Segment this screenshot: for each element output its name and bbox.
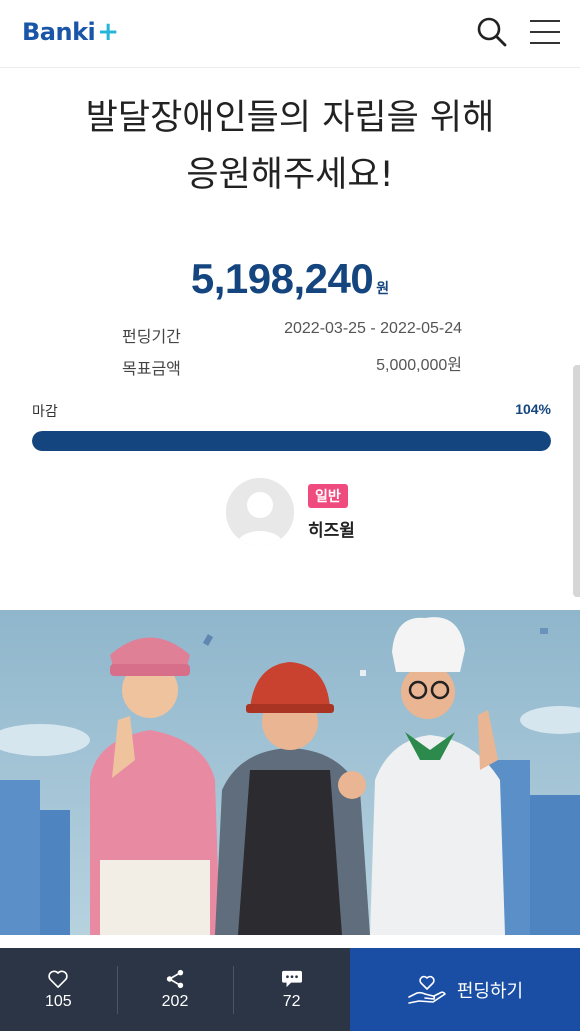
heart-in-hand-icon [408,975,446,1004]
funding-progress-bar [32,431,551,451]
like-button[interactable]: 105 [0,948,117,1031]
fund-button-label: 펀딩하기 [456,980,524,1002]
comment-button[interactable]: 72 [233,948,350,1031]
like-count: 105 [44,992,72,1010]
banki-logo[interactable]: Banki + [22,14,119,50]
logo-text: Banki [22,18,96,46]
author-avatar[interactable] [226,478,294,546]
logo-plus-mark: + [97,17,119,47]
funded-amount: 5,198,240 원 [0,255,580,303]
bottom-action-bar: 105 202 72 펀딩하기 [0,948,580,1031]
heart-icon [48,970,69,988]
fund-button[interactable]: 펀딩하기 [350,948,580,1031]
search-button[interactable] [474,14,510,50]
comment-icon [281,970,302,987]
author-name[interactable]: 히즈윌 [308,516,355,541]
funded-amount-unit: 원 [376,281,390,297]
default-user-icon [226,478,294,546]
project-hero-image [0,610,580,935]
share-button[interactable]: 202 [116,948,234,1031]
period-label: 펀딩기간 [122,327,181,346]
comment-count: 72 [282,992,301,1010]
share-count: 202 [161,992,189,1010]
app-header: Banki + [0,0,580,68]
project-title-line1: 발달장애인들의 자립을 위해 [85,98,495,138]
menu-button[interactable] [526,14,564,50]
project-title: 발달장애인들의 자립을 위해 응원해주세요! [40,90,540,204]
author-type-badge: 일반 [308,484,348,508]
workers-illustration [0,610,580,935]
scrollbar-thumb[interactable] [573,365,580,597]
hamburger-menu-icon [530,20,560,44]
goal-label: 목표금액 [122,359,181,378]
project-title-line2: 응원해주세요! [186,155,394,195]
period-value: 2022-03-25 - 2022-05-24 [284,320,462,337]
funding-percent: 104% [515,401,551,417]
search-icon [477,17,507,47]
share-icon [166,969,184,988]
status-label: 마감 [32,404,58,420]
engagement-stats: 105 202 72 [0,948,350,1031]
funded-amount-value: 5,198,240 [190,255,374,302]
goal-value: 5,000,000원 [376,357,462,374]
funding-progress-fill [32,431,551,451]
